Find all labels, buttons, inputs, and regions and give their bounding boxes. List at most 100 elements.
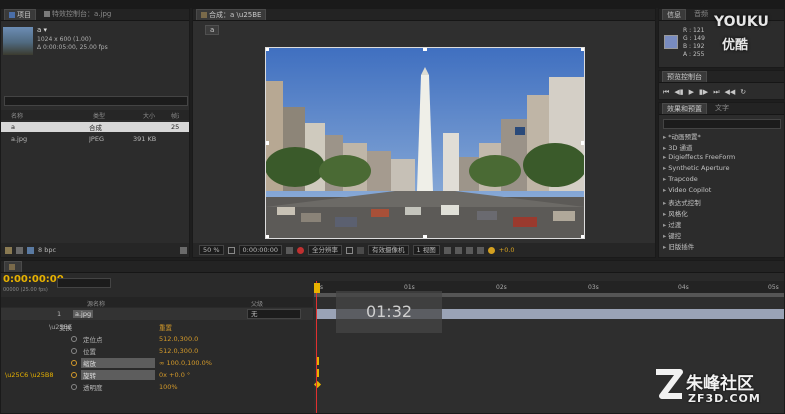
column-type[interactable]: 类型 bbox=[79, 111, 127, 120]
column-source-name[interactable]: 源名称 bbox=[87, 299, 105, 308]
parent-dropdown[interactable]: 无 bbox=[247, 309, 301, 319]
last-frame-icon[interactable]: ⏭ bbox=[713, 88, 719, 97]
stopwatch-icon[interactable] bbox=[71, 348, 77, 354]
loop-icon[interactable]: ↻ bbox=[740, 88, 746, 97]
effects-category[interactable]: 表达式控制 bbox=[663, 197, 701, 207]
snapshot-icon[interactable] bbox=[286, 246, 294, 254]
layer-row[interactable]: 1 a.jpg 无 bbox=[1, 308, 313, 320]
toggle-pixel-aspect-icon[interactable] bbox=[443, 246, 451, 254]
tab-effect-controls[interactable]: 特效控制台：a.jpg bbox=[40, 9, 115, 20]
composition-viewer[interactable] bbox=[265, 47, 585, 239]
effects-presets-panel: 效果和预置 文字 *动画预置* 3D 通道 Digieffects FreeFo… bbox=[658, 102, 785, 258]
bpc-toggle[interactable]: 8 bpc bbox=[38, 246, 56, 254]
stopwatch-icon[interactable] bbox=[71, 336, 77, 342]
previous-frame-icon[interactable]: ◀▮ bbox=[674, 88, 683, 97]
project-search-input[interactable] bbox=[4, 96, 188, 106]
stopwatch-icon[interactable] bbox=[71, 360, 77, 366]
effects-category[interactable]: Digieffects FreeForm bbox=[663, 153, 735, 161]
column-name[interactable]: 名称 bbox=[1, 111, 79, 120]
youku-watermark-cn: 优酷 bbox=[722, 38, 749, 53]
effects-category[interactable]: 过渡 bbox=[663, 219, 681, 229]
new-folder-icon[interactable] bbox=[16, 246, 23, 254]
trash-icon[interactable] bbox=[180, 246, 187, 254]
tab-preview[interactable]: 预览控制台 bbox=[662, 71, 707, 82]
composition-icon bbox=[9, 264, 15, 270]
mute-audio-icon[interactable]: ◀◀ bbox=[725, 88, 736, 97]
zf3d-watermark-en: ZF3D.COM bbox=[688, 392, 761, 405]
property-value[interactable]: 100% bbox=[159, 383, 178, 391]
comp-navigator-chip[interactable]: a bbox=[205, 25, 220, 35]
column-fps[interactable]: 帧速 bbox=[159, 111, 179, 120]
property-value[interactable]: 512.0,300.0 bbox=[159, 335, 198, 343]
property-opacity[interactable]: 透明度 100% bbox=[1, 381, 313, 393]
tab-effects-presets[interactable]: 效果和预置 bbox=[662, 103, 707, 114]
playhead-handle[interactable] bbox=[314, 283, 320, 293]
effects-category[interactable]: Synthetic Aperture bbox=[663, 164, 729, 172]
list-item-name: a bbox=[11, 123, 15, 131]
effects-category[interactable]: 风格化 bbox=[663, 208, 688, 218]
flowchart-icon[interactable] bbox=[476, 246, 484, 254]
camera-dropdown[interactable]: 有效摄像机 bbox=[368, 245, 409, 255]
tab-timeline-comp[interactable] bbox=[4, 261, 22, 272]
project-item-image[interactable]: a.jpg JPEG 391 KB bbox=[1, 134, 189, 144]
next-frame-icon[interactable]: ▮▶ bbox=[699, 88, 708, 97]
effects-category[interactable]: 3D 通道 bbox=[663, 142, 692, 152]
safe-margins-icon[interactable] bbox=[227, 246, 235, 254]
region-of-interest-icon[interactable] bbox=[346, 246, 354, 254]
property-scale[interactable]: 缩放 ∞ 100.0,100.0% bbox=[1, 357, 313, 369]
property-value[interactable]: 0x +0.0 ° bbox=[159, 371, 190, 379]
effects-category[interactable]: 旧版插件 bbox=[663, 241, 694, 251]
column-parent[interactable]: 父级 bbox=[251, 299, 263, 308]
effects-category[interactable]: 键控 bbox=[663, 230, 681, 240]
tab-audio[interactable]: 音频 bbox=[690, 9, 712, 20]
preview-tabbar: 预览控制台 bbox=[659, 71, 784, 83]
transform-group[interactable]: \u25BE 变换 重置 bbox=[1, 321, 313, 333]
effects-category[interactable]: Trapcode bbox=[663, 175, 697, 183]
project-selected-item[interactable]: a ▾ bbox=[37, 26, 47, 34]
current-time[interactable]: 0:00:00:00 bbox=[3, 274, 64, 285]
stopwatch-icon[interactable] bbox=[71, 384, 77, 390]
timeline-icon[interactable] bbox=[465, 246, 473, 254]
current-time-display[interactable]: 0:00:00:00 bbox=[238, 245, 283, 255]
show-channel-icon[interactable] bbox=[297, 246, 305, 254]
timeline-tabbar bbox=[1, 261, 784, 273]
property-value[interactable]: 512.0,300.0 bbox=[159, 347, 198, 355]
effects-category[interactable]: Video Copilot bbox=[663, 186, 711, 194]
effect-controls-icon bbox=[44, 11, 50, 17]
ruler-tick: 04s bbox=[678, 284, 689, 291]
property-value[interactable]: ∞ 100.0,100.0% bbox=[159, 359, 212, 367]
first-frame-icon[interactable]: ⏮ bbox=[663, 88, 669, 97]
layer-index: 1 bbox=[57, 310, 62, 318]
zoom-dropdown[interactable]: 50 % bbox=[199, 245, 224, 255]
fast-previews-icon[interactable] bbox=[454, 246, 462, 254]
playhead[interactable] bbox=[314, 281, 320, 413]
effects-category[interactable]: *动画预置* bbox=[663, 131, 701, 141]
stopwatch-icon[interactable] bbox=[71, 372, 77, 378]
effects-search-input[interactable] bbox=[663, 119, 781, 129]
resolution-dropdown[interactable]: 全分辨率 bbox=[308, 245, 343, 255]
tab-composition[interactable]: 合成：a \u25BE bbox=[196, 9, 267, 20]
interpret-footage-icon[interactable] bbox=[5, 246, 12, 254]
new-comp-icon[interactable] bbox=[27, 246, 34, 254]
zf3d-watermark-cn: 朱峰社区 bbox=[686, 374, 754, 394]
exposure-icon[interactable] bbox=[487, 246, 495, 254]
column-size[interactable]: 大小 bbox=[127, 111, 159, 120]
play-icon[interactable]: ▶ bbox=[689, 88, 694, 97]
views-dropdown[interactable]: 1 视图 bbox=[412, 245, 440, 255]
tab-text[interactable]: 文字 bbox=[711, 103, 733, 114]
layer-outline: 源名称 父级 1 a.jpg 无 \u25BE 变换 重置 定位点 512.0,… bbox=[1, 297, 313, 413]
property-anchor-point[interactable]: 定位点 512.0,300.0 bbox=[1, 333, 313, 345]
layer-name[interactable]: a.jpg bbox=[73, 310, 94, 318]
property-position[interactable]: 位置 512.0,300.0 bbox=[1, 345, 313, 357]
property-rotation[interactable]: \u25C6 \u25B8 旋转 0x +0.0 ° bbox=[1, 369, 313, 381]
project-column-header: 名称 类型 大小 帧速 bbox=[1, 110, 189, 120]
tab-composition-label: 合成：a bbox=[209, 11, 235, 19]
tab-project[interactable]: 项目 bbox=[4, 9, 36, 20]
tab-info[interactable]: 信息 bbox=[662, 9, 686, 20]
keyframe-navigator-icon[interactable]: \u25C6 \u25B8 bbox=[5, 371, 54, 379]
reset-link[interactable]: 重置 bbox=[159, 322, 172, 332]
timeline-search-input[interactable] bbox=[57, 278, 111, 288]
exposure-value[interactable]: +0.0 bbox=[499, 246, 515, 254]
transparency-grid-icon[interactable] bbox=[357, 246, 365, 254]
project-item-comp[interactable]: a 合成 25 bbox=[1, 122, 189, 132]
